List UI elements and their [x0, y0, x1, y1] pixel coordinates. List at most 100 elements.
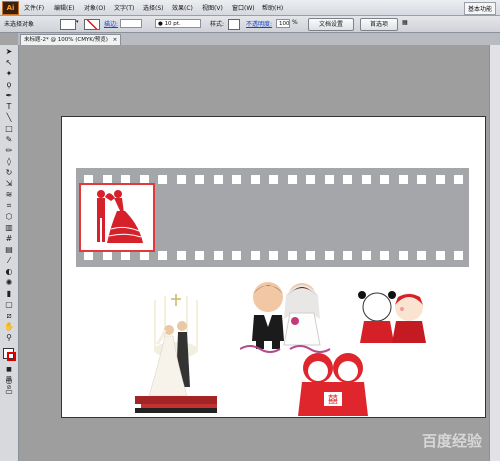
shape-builder-icon[interactable]: ⬡ [4, 212, 14, 221]
stroke-color-icon[interactable] [7, 352, 16, 361]
stroke-weight-select[interactable] [120, 19, 142, 28]
pencil-tool-icon[interactable]: ✏ [4, 146, 14, 155]
chinese-cartoon-couple[interactable] [352, 287, 434, 345]
free-transform-icon[interactable]: ⌗ [4, 201, 14, 210]
menu-object[interactable]: 对象(O) [84, 3, 105, 12]
symbol-sprayer-icon[interactable]: ✺ [4, 278, 14, 287]
selection-status: 未选择对象 [4, 21, 35, 28]
film-sprocket-hole [232, 175, 241, 184]
film-sprocket-hole [84, 251, 93, 260]
rotate-tool-icon[interactable]: ↻ [4, 168, 14, 177]
film-sprocket-hole [417, 175, 426, 184]
scale-tool-icon[interactable]: ⇲ [4, 179, 14, 188]
film-sprocket-hole [176, 251, 186, 260]
opacity-label[interactable]: 不透明度: [246, 19, 272, 28]
direct-selection-tool-icon[interactable]: ↖ [4, 58, 14, 67]
graph-tool-icon[interactable]: ▮ [4, 289, 14, 298]
screen-mode-icon[interactable]: ▭ [4, 387, 14, 396]
mesh-tool-icon[interactable]: # [4, 234, 14, 243]
rectangle-tool-icon[interactable]: □ [4, 124, 14, 133]
watermark: 百度经验 [421, 432, 482, 450]
tools-panel: ➤ ↖ ✦ ϙ ✒ T ╲ □ ✎ ✏ ◊ ↻ ⇲ ≋ ⌗ ⬡ ▥ # ▤ ⁄ … [0, 45, 19, 461]
grid-icon[interactable]: ▦ [402, 19, 408, 26]
selection-tool-icon[interactable]: ➤ [4, 47, 14, 56]
stroke-swatch[interactable] [84, 19, 100, 30]
selected-film-frame[interactable] [79, 183, 155, 252]
svg-text:囍: 囍 [328, 393, 338, 406]
app-logo: Ai [2, 1, 19, 15]
slice-tool-icon[interactable]: ⧄ [4, 311, 14, 320]
lasso-icon[interactable]: ϙ [4, 80, 14, 89]
film-sprocket-hole [306, 175, 315, 184]
menu-view[interactable]: 视图(V) [202, 3, 223, 12]
film-sprocket-hole [121, 251, 130, 260]
gradient-tool-icon[interactable]: ▤ [4, 245, 14, 254]
film-sprocket-hole [324, 251, 334, 260]
film-sprocket-hole [324, 175, 334, 184]
magic-wand-icon[interactable]: ✦ [4, 69, 14, 78]
film-sprocket-hole [380, 175, 389, 184]
film-sprocket-hole [139, 251, 149, 260]
stroke-label[interactable]: 描边: [104, 19, 118, 28]
film-sprocket-hole [398, 251, 408, 260]
menu-type[interactable]: 文字(T) [114, 3, 134, 12]
menu-effect[interactable]: 效果(C) [172, 3, 193, 12]
film-sprocket-hole [398, 175, 408, 184]
film-sprocket-hole [269, 175, 278, 184]
style-select[interactable] [228, 19, 240, 30]
film-sprocket-hole [213, 251, 223, 260]
line-tool-icon[interactable]: ╲ [4, 113, 14, 122]
pen-tool-icon[interactable]: ✒ [4, 91, 14, 100]
vertical-scrollbar[interactable] [489, 45, 500, 461]
film-sprocket-hole [417, 251, 426, 260]
red-papercut-couple[interactable]: 囍 [296, 348, 370, 416]
opacity-unit: % [292, 19, 298, 26]
preferences-button[interactable]: 首选项 [360, 18, 398, 31]
film-sprocket-hole [287, 251, 297, 260]
eyedropper-icon[interactable]: ⁄ [4, 256, 14, 265]
film-sprocket-hole [454, 175, 463, 184]
zoom-tool-icon[interactable]: ⚲ [4, 333, 14, 342]
style-label: 样式: [210, 21, 225, 28]
bride-groom-silhouette [97, 190, 143, 243]
film-sprocket-hole [435, 251, 445, 260]
chevron-down-icon[interactable]: ▾ [76, 19, 79, 25]
document-tab-label: 未标题-2* @ 100% (CMYK/预览) [24, 37, 108, 43]
film-sprocket-hole [158, 251, 167, 260]
film-sprocket-hole [287, 175, 297, 184]
fill-swatch[interactable] [60, 19, 76, 30]
menu-window[interactable]: 窗口(W) [232, 3, 255, 12]
color-mode-icon[interactable]: ■ ▧ ⊘ [4, 365, 14, 391]
blend-tool-icon[interactable]: ◐ [4, 267, 14, 276]
brush-tool-icon[interactable]: ✎ [4, 135, 14, 144]
artboard-tool-icon[interactable]: ▢ [4, 300, 14, 309]
menu-file[interactable]: 文件(F) [24, 3, 44, 12]
film-sprocket-hole [176, 175, 186, 184]
film-sprocket-hole [380, 251, 389, 260]
eraser-tool-icon[interactable]: ◊ [4, 157, 14, 166]
warp-tool-icon[interactable]: ≋ [4, 190, 14, 199]
film-sprocket-hole [343, 251, 352, 260]
type-tool-icon[interactable]: T [4, 102, 14, 111]
brush-select[interactable]: ● 10 pt. [155, 19, 201, 28]
menu-edit[interactable]: 编辑(E) [54, 3, 74, 12]
film-sprocket-hole [195, 251, 204, 260]
document-setup-button[interactable]: 文档设置 [308, 18, 354, 31]
draw-mode-icon[interactable]: ◎ [4, 376, 14, 385]
menu-help[interactable]: 帮助(H) [262, 3, 283, 12]
wedding-couple-church-illustration[interactable] [135, 292, 217, 414]
hand-tool-icon[interactable]: ✋ [4, 322, 14, 331]
opacity-input[interactable]: 100 [276, 19, 290, 28]
film-sprocket-hole [343, 175, 352, 184]
control-bar: 未选择对象 ▾ 描边: ● 10 pt. 样式: 不透明度: 100 % 文档设… [0, 16, 500, 33]
film-sprocket-hole [232, 251, 241, 260]
film-sprocket-hole [213, 175, 223, 184]
close-icon[interactable]: × [113, 37, 118, 43]
artboard[interactable] [61, 116, 486, 418]
menu-select[interactable]: 选择(S) [143, 3, 164, 12]
film-sprocket-hole [361, 175, 371, 184]
workspace-switcher[interactable]: 基本功能 [463, 2, 496, 15]
cartoon-bride-groom[interactable] [239, 279, 332, 355]
film-sprocket-hole [250, 175, 260, 184]
perspective-grid-icon[interactable]: ▥ [4, 223, 14, 232]
